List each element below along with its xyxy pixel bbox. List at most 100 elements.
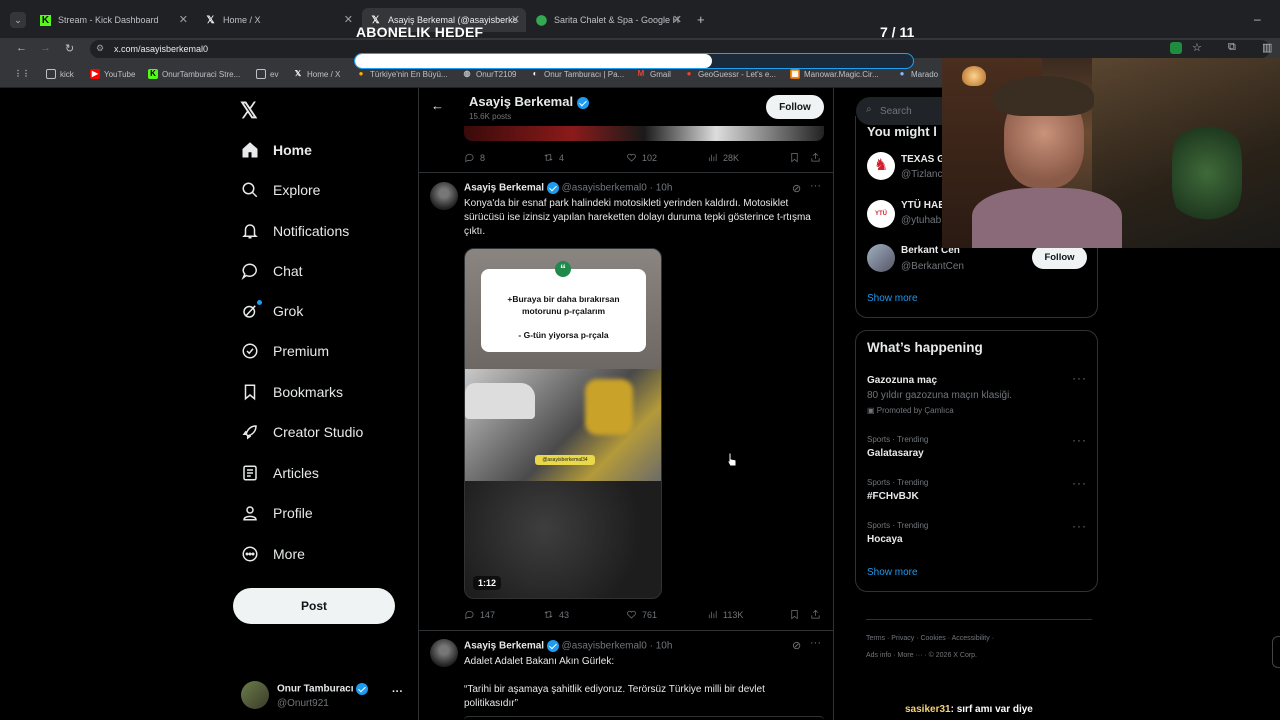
show-more-link[interactable]: Show more xyxy=(867,567,918,578)
chat-username: sasiker31 xyxy=(905,704,951,715)
more-dots-icon[interactable]: ··· xyxy=(392,686,403,698)
bookmark-label: GeoGuessr - Let's e... xyxy=(698,69,777,79)
bookmark-onurtamburaci-stream[interactable]: K OnurTamburaci Stre... xyxy=(148,69,240,79)
nav-profile[interactable]: Profile xyxy=(241,500,313,526)
more-dots-icon[interactable]: ··· xyxy=(1072,433,1087,447)
bookmark-geoguessr[interactable]: ● GeoGuessr - Let's e... xyxy=(684,69,776,79)
post-handle[interactable]: @asayisberkemal0 xyxy=(562,641,647,652)
bookmark-onur-tamburaci-pa[interactable]: ◐ Onur Tamburacı | Pa... xyxy=(530,69,625,79)
footer-link-ads-info[interactable]: Ads info xyxy=(866,652,891,659)
side-panel-handle[interactable] xyxy=(1272,636,1280,668)
repost-action[interactable]: 4 xyxy=(543,152,564,163)
show-more-link[interactable]: Show more xyxy=(867,293,918,304)
post-video[interactable]: “ +Buraya bir daha bırakırsan motorunu p… xyxy=(464,248,662,599)
nav-grok[interactable]: Grok xyxy=(241,298,303,324)
nav-explore[interactable]: Explore xyxy=(241,177,320,203)
trend-item[interactable]: Sports · Trending Hocaya ··· xyxy=(856,517,1097,553)
tab-kick[interactable]: K Stream - Kick Dashboard ✕ xyxy=(32,8,194,32)
minimize-icon[interactable]: – xyxy=(1254,12,1261,26)
close-icon[interactable]: ✕ xyxy=(344,13,353,26)
chat-message: sasiker31: sırf amı var diye xyxy=(905,704,1033,715)
tab-sarita-chalet[interactable]: ⬤ Sarita Chalet & Spa - Google H ✕ xyxy=(528,8,688,32)
reply-action[interactable]: 147 xyxy=(464,609,495,620)
footer-link-more[interactable]: More ··· xyxy=(898,652,923,659)
post-button[interactable]: Post xyxy=(233,588,395,624)
more-dots-icon[interactable]: ··· xyxy=(1072,476,1087,490)
like-action[interactable]: 102 xyxy=(626,152,657,163)
avatar[interactable]: ♞ xyxy=(867,152,895,180)
suggested-name[interactable]: YTÜ HAB xyxy=(901,200,945,211)
site-info-icon[interactable]: ⚙ xyxy=(96,43,104,54)
post-author-name[interactable]: Asayiş Berkemal xyxy=(464,183,544,194)
sidebar-icon[interactable]: ▥ xyxy=(1262,41,1272,54)
follow-button[interactable]: Follow xyxy=(1032,246,1087,269)
bookmark-onurt2109[interactable]: ◍ OnurT2109 xyxy=(462,69,517,79)
footer-link-privacy[interactable]: Privacy xyxy=(891,635,914,642)
close-icon[interactable]: ✕ xyxy=(511,13,520,26)
grok-icon[interactable]: ⊘ xyxy=(792,182,801,195)
post-time[interactable]: 10h xyxy=(656,183,673,194)
footer-link-cookies[interactable]: Cookies xyxy=(920,635,945,642)
trend-item[interactable]: Sports · Trending Galatasaray ··· xyxy=(856,431,1097,467)
views-action[interactable]: 28K xyxy=(707,152,739,163)
more-dots-icon[interactable]: ··· xyxy=(1072,519,1087,533)
tab-search-button[interactable]: ⌄ xyxy=(10,12,26,28)
nav-more[interactable]: More xyxy=(241,541,305,567)
bookmark-home-x[interactable]: 𝕏 Home / X xyxy=(293,69,341,79)
footer-link-accessibility[interactable]: Accessibility xyxy=(952,635,990,642)
suggested-name[interactable]: TEXAS G xyxy=(901,154,945,165)
share-action[interactable] xyxy=(810,609,826,620)
apps-icon[interactable]: ⋮⋮ xyxy=(14,69,30,79)
repost-action[interactable]: 43 xyxy=(543,609,569,620)
extensions-puzzle-icon[interactable]: ⧉ xyxy=(1228,41,1236,54)
bookmark-youtube[interactable]: ▶ YouTube xyxy=(90,69,135,79)
previous-post-media[interactable] xyxy=(464,126,824,141)
trend-item[interactable]: Sports · Trending #FCHvBJK ··· xyxy=(856,474,1097,510)
bookmark-gmail[interactable]: M Gmail xyxy=(636,69,671,79)
avatar[interactable] xyxy=(867,244,895,272)
star-icon[interactable]: ☆ xyxy=(1192,41,1202,54)
post-author-name[interactable]: Asayiş Berkemal xyxy=(464,641,544,652)
bookmark-manowar[interactable]: ▦ Manowar.Magic.Cir... xyxy=(790,69,879,79)
views-action[interactable]: 113K xyxy=(707,609,743,620)
x-logo-icon[interactable]: 𝕏 xyxy=(240,98,258,124)
share-action[interactable] xyxy=(810,152,826,163)
avatar[interactable]: YTÜ xyxy=(867,200,895,228)
reply-action[interactable]: 8 xyxy=(464,152,485,163)
bookmark-kick[interactable]: kick xyxy=(46,69,74,79)
bookmark-marado[interactable]: ● Marado xyxy=(897,69,939,79)
tab-home-x[interactable]: 𝕏 Home / X ✕ xyxy=(197,8,359,32)
back-arrow-icon[interactable]: ← xyxy=(431,98,444,113)
back-icon[interactable]: ← xyxy=(16,42,27,54)
nav-notifications[interactable]: Notifications xyxy=(241,218,349,244)
grok-icon[interactable]: ⊘ xyxy=(792,639,801,652)
close-icon[interactable]: ✕ xyxy=(673,13,682,26)
footer-link-terms[interactable]: Terms xyxy=(866,635,885,642)
nav-premium[interactable]: Premium xyxy=(241,338,329,364)
nav-articles[interactable]: Articles xyxy=(241,460,319,486)
avatar[interactable] xyxy=(430,639,458,667)
nav-creator-studio[interactable]: Creator Studio xyxy=(241,419,363,445)
extension-icon[interactable] xyxy=(1170,42,1182,54)
bookmark-ev[interactable]: ev xyxy=(256,69,278,79)
reload-icon[interactable]: ↻ xyxy=(65,42,74,55)
post-time[interactable]: 10h xyxy=(656,641,673,652)
nav-bookmarks[interactable]: Bookmarks xyxy=(241,379,343,405)
bookmark-turkiye[interactable]: ● Türkiye'nin En Büyü... xyxy=(356,69,448,79)
bookmark-action[interactable] xyxy=(789,152,805,163)
post-handle[interactable]: @asayisberkemal0 xyxy=(562,183,647,194)
more-dots-icon[interactable]: ··· xyxy=(1072,371,1087,385)
account-switcher[interactable]: Onur Tamburacı @Onurt921 ··· xyxy=(236,676,406,716)
new-tab-button[interactable]: + xyxy=(697,12,705,27)
forward-icon[interactable]: → xyxy=(40,42,51,54)
bookmark-action[interactable] xyxy=(789,609,805,620)
nav-home[interactable]: Home xyxy=(241,137,312,163)
follow-button[interactable]: Follow xyxy=(766,95,824,119)
avatar[interactable] xyxy=(430,182,458,210)
more-dots-icon[interactable]: ··· xyxy=(810,180,821,192)
more-dots-icon[interactable]: ··· xyxy=(810,637,821,649)
close-icon[interactable]: ✕ xyxy=(179,13,188,26)
trend-item[interactable]: Gazozuna maç 80 yıldır gazozuna maçın kl… xyxy=(856,371,1097,421)
nav-chat[interactable]: Chat xyxy=(241,258,303,284)
like-action[interactable]: 761 xyxy=(626,609,657,620)
